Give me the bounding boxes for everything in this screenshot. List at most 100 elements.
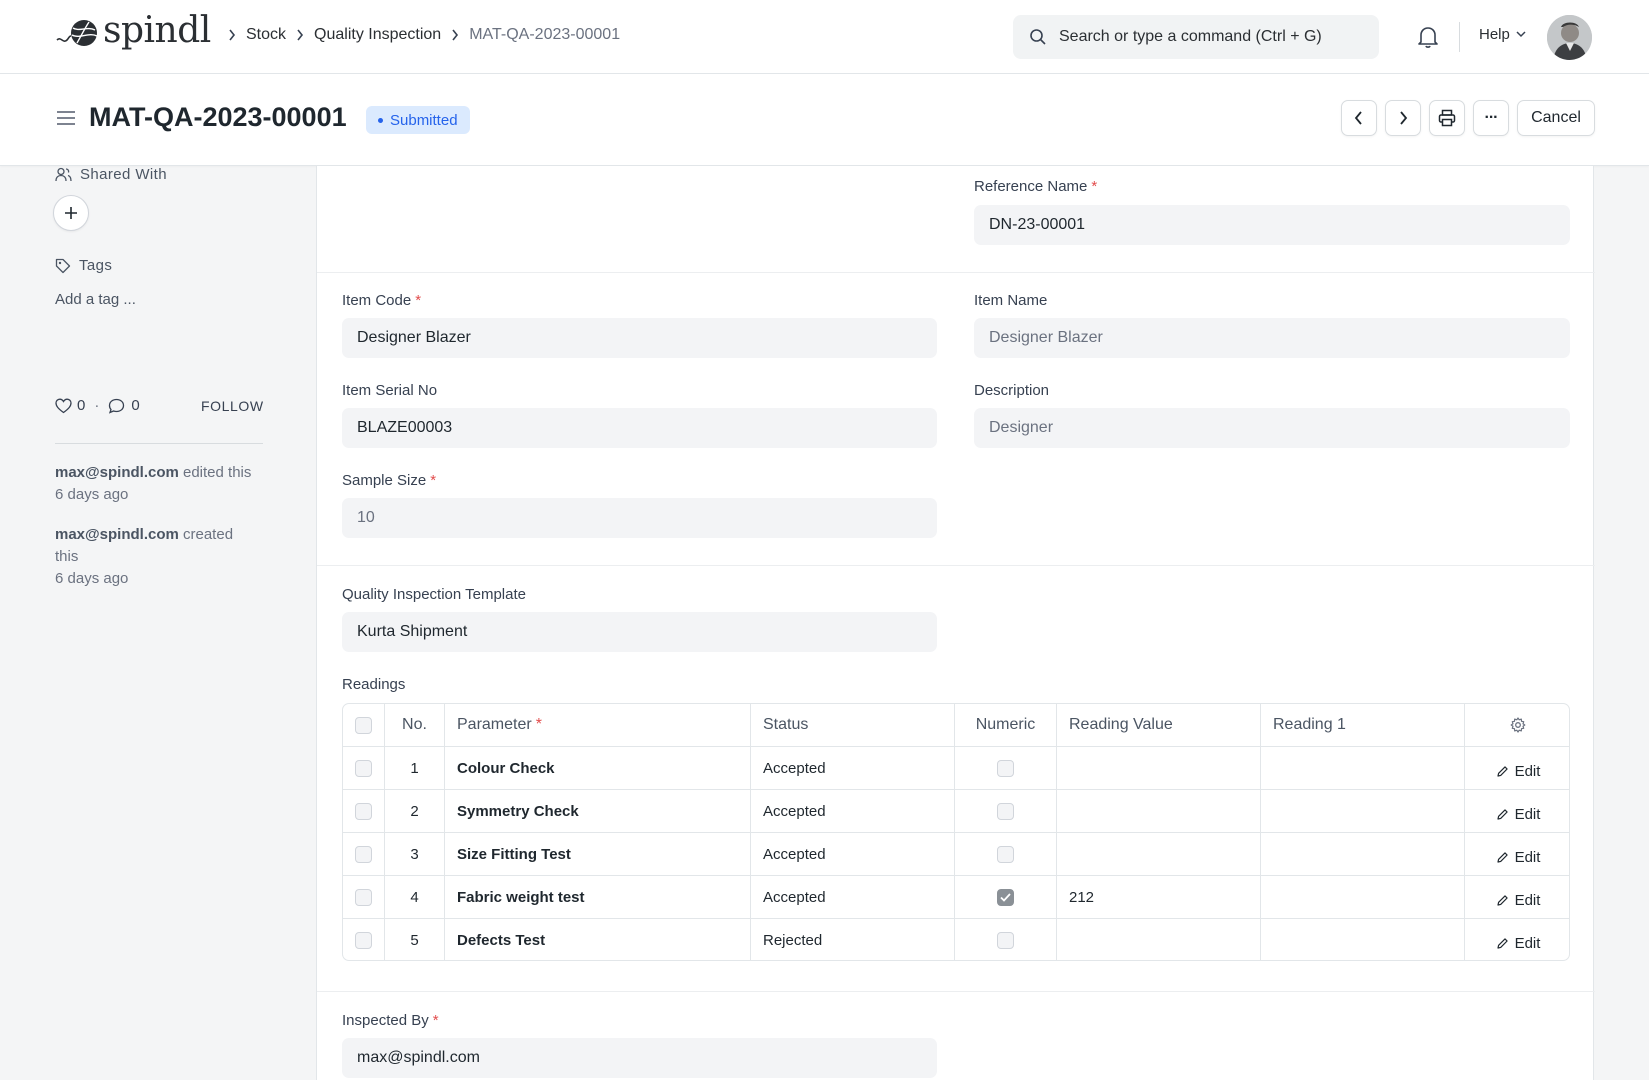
sample-size-label: Sample Size * xyxy=(342,472,437,489)
row-reading-1[interactable] xyxy=(1261,790,1465,832)
numeric-checkbox[interactable] xyxy=(997,759,1014,777)
gear-icon xyxy=(1510,717,1526,733)
chevron-right-icon xyxy=(451,29,459,41)
row-edit-button[interactable]: Edit xyxy=(1496,806,1540,823)
item-name-field: Designer Blazer xyxy=(974,318,1570,358)
numeric-checkbox[interactable] xyxy=(997,802,1014,820)
row-checkbox[interactable] xyxy=(355,888,372,906)
row-reading-1[interactable] xyxy=(1261,747,1465,789)
row-checkbox[interactable] xyxy=(355,932,372,949)
select-all-checkbox[interactable] xyxy=(355,716,372,734)
navbar-divider xyxy=(1459,22,1460,52)
row-status[interactable]: Accepted xyxy=(751,790,955,832)
follow-button[interactable]: FOLLOW xyxy=(201,398,264,414)
col-reading-1: Reading 1 xyxy=(1261,704,1465,746)
row-checkbox[interactable] xyxy=(355,759,372,777)
numeric-checkbox[interactable] xyxy=(997,888,1014,906)
page-header: MAT-QA-2023-00001 Submitted ··· Cancel xyxy=(0,74,1649,166)
table-row[interactable]: 5 Defects Test Rejected Edit xyxy=(343,919,1569,960)
row-edit-button[interactable]: Edit xyxy=(1496,935,1540,952)
row-reading-value[interactable]: 212 xyxy=(1057,876,1261,918)
col-reading-value: Reading Value xyxy=(1057,704,1261,746)
row-parameter[interactable]: Size Fitting Test xyxy=(445,833,751,875)
row-no: 1 xyxy=(385,747,445,789)
plus-icon xyxy=(65,207,77,219)
row-no: 3 xyxy=(385,833,445,875)
check-icon xyxy=(1000,892,1011,902)
print-button[interactable] xyxy=(1429,100,1465,136)
row-parameter[interactable]: Fabric weight test xyxy=(445,876,751,918)
col-status: Status xyxy=(751,704,955,746)
activity-user[interactable]: max@spindl.com xyxy=(55,526,179,543)
breadcrumb-quality-inspection[interactable]: Quality Inspection xyxy=(314,26,441,44)
activity-item: max@spindl.com edited this 6 days ago xyxy=(55,464,252,503)
row-reading-1[interactable] xyxy=(1261,833,1465,875)
row-parameter[interactable]: Colour Check xyxy=(445,747,751,789)
row-status[interactable]: Accepted xyxy=(751,747,955,789)
description-field: Designer xyxy=(974,408,1570,448)
row-edit-button[interactable]: Edit xyxy=(1496,763,1540,780)
help-label: Help xyxy=(1479,26,1510,43)
user-photo xyxy=(1547,15,1592,60)
next-doc-button[interactable] xyxy=(1385,100,1421,136)
row-checkbox[interactable] xyxy=(355,802,372,820)
user-avatar[interactable] xyxy=(1547,15,1592,60)
heart-icon[interactable] xyxy=(55,398,72,414)
col-parameter: Parameter * xyxy=(445,704,751,746)
row-parameter[interactable]: Defects Test xyxy=(445,919,751,960)
reference-name-field[interactable]: DN-23-00001 xyxy=(974,205,1570,245)
row-reading-value[interactable] xyxy=(1057,790,1261,832)
breadcrumb-current[interactable]: MAT-QA-2023-00001 xyxy=(469,26,620,44)
more-icon: ··· xyxy=(1484,109,1499,126)
activity-user[interactable]: max@spindl.com xyxy=(55,464,179,481)
row-status[interactable]: Accepted xyxy=(751,876,955,918)
brand-logo[interactable]: spindl xyxy=(55,13,211,49)
numeric-checkbox[interactable] xyxy=(997,932,1014,949)
row-parameter[interactable]: Symmetry Check xyxy=(445,790,751,832)
help-dropdown[interactable]: Help xyxy=(1479,26,1526,43)
activity-time: 6 days ago xyxy=(55,486,129,503)
bell-icon[interactable] xyxy=(1416,24,1440,50)
sidebar-toggle-icon[interactable] xyxy=(56,110,76,126)
cancel-button[interactable]: Cancel xyxy=(1517,100,1595,136)
row-edit-button[interactable]: Edit xyxy=(1496,892,1540,909)
more-actions-button[interactable]: ··· xyxy=(1473,100,1509,136)
yarn-ball-icon xyxy=(56,20,98,46)
qi-template-field[interactable]: Kurta Shipment xyxy=(342,612,937,652)
sample-size-field[interactable]: 10 xyxy=(342,498,937,538)
table-row[interactable]: 1 Colour Check Accepted Edit xyxy=(343,747,1569,790)
item-serial-no-field[interactable]: BLAZE00003 xyxy=(342,408,937,448)
row-status[interactable]: Accepted xyxy=(751,833,955,875)
add-tag-link[interactable]: Add a tag ... xyxy=(55,291,136,308)
table-row[interactable]: 2 Symmetry Check Accepted Edit xyxy=(343,790,1569,833)
row-reading-value[interactable] xyxy=(1057,919,1261,960)
comment-icon[interactable] xyxy=(108,398,125,414)
chevron-right-icon xyxy=(228,29,236,41)
activity-time: 6 days ago xyxy=(55,570,129,587)
search-input[interactable] xyxy=(1059,28,1359,46)
column-settings[interactable] xyxy=(1465,704,1569,746)
table-row[interactable]: 3 Size Fitting Test Accepted Edit xyxy=(343,833,1569,876)
table-row[interactable]: 4 Fabric weight test Accepted 212 Edit xyxy=(343,876,1569,919)
social-bar: 0 · 0 FOLLOW xyxy=(55,397,263,414)
status-dot xyxy=(378,117,383,123)
inspected-by-field[interactable]: max@spindl.com xyxy=(342,1038,937,1078)
row-reading-1[interactable] xyxy=(1261,919,1465,960)
tags-label: Tags xyxy=(55,257,112,274)
item-code-field[interactable]: Designer Blazer xyxy=(342,318,937,358)
row-edit-button[interactable]: Edit xyxy=(1496,849,1540,866)
breadcrumb-stock[interactable]: Stock xyxy=(246,26,286,44)
add-share-button[interactable] xyxy=(53,195,89,231)
row-reading-1[interactable] xyxy=(1261,876,1465,918)
row-reading-value[interactable] xyxy=(1057,833,1261,875)
row-reading-value[interactable] xyxy=(1057,747,1261,789)
numeric-checkbox[interactable] xyxy=(997,845,1014,863)
printer-icon xyxy=(1438,109,1456,127)
row-status[interactable]: Rejected xyxy=(751,919,955,960)
shared-with-label: Shared With xyxy=(55,166,167,183)
section-divider xyxy=(317,565,1595,566)
row-checkbox[interactable] xyxy=(355,845,372,863)
search-bar[interactable] xyxy=(1013,15,1379,59)
search-icon xyxy=(1030,29,1046,45)
previous-doc-button[interactable] xyxy=(1341,100,1377,136)
